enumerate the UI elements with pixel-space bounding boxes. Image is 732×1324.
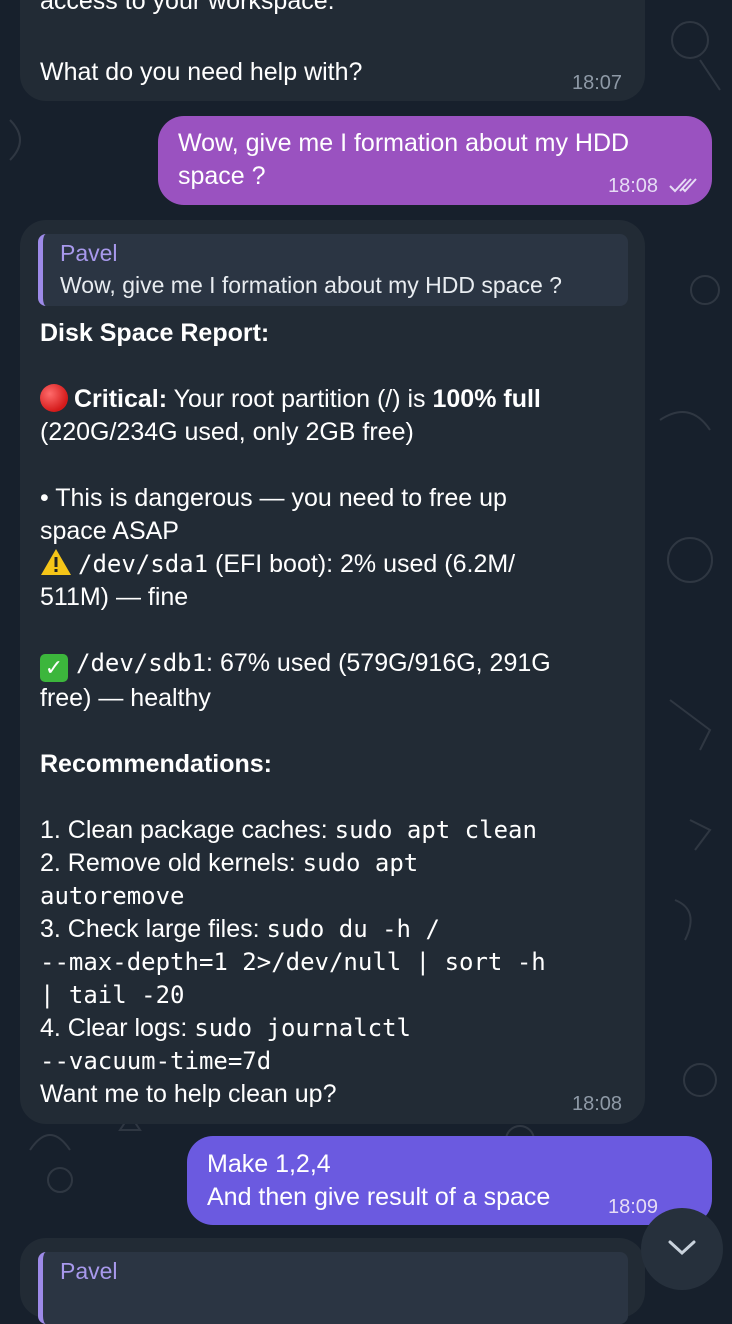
message-line-1: Make 1,2,4 (207, 1150, 331, 1178)
code-sdb1: /dev/sdb1 (76, 649, 207, 677)
message-text: What do you need help with? (40, 58, 363, 86)
message-time: 18:08 (572, 1093, 623, 1115)
code-r3b[interactable]: --max-depth=1 2>/dev/null | sort -h (40, 948, 546, 976)
critical-detail: (220G/234G used, only 2GB free) (40, 418, 414, 446)
code-r4b[interactable]: --vacuum-time=7d (40, 1047, 271, 1075)
sdb1-text: : 67% used (579G/916G, 291G (206, 649, 551, 677)
reply-quote[interactable]: Pavel Wow, give me I formation about my … (38, 234, 628, 306)
red-circle-icon (40, 384, 68, 412)
message-line-2: And then give result of a space (207, 1183, 551, 1211)
recommendation-1: 1. Clean package caches: (40, 816, 335, 844)
reply-sender-name: Pavel (60, 240, 118, 266)
critical-label: Critical: (74, 385, 168, 413)
reply-text: Wow, give me I formation about my HDD sp… (60, 272, 562, 298)
recommendation-4: 4. Clear logs: (40, 1014, 195, 1042)
chevron-down-icon (668, 1240, 696, 1256)
closing-text: Want me to help clean up? (40, 1080, 337, 1108)
code-r3c[interactable]: | tail -20 (40, 981, 185, 1009)
sdb1-detail: free) — healthy (40, 684, 211, 712)
message-time: 18:08 (608, 175, 659, 197)
scroll-down-button[interactable] (641, 1208, 723, 1290)
bullet-text: • This is dangerous — you need to free u… (40, 484, 507, 545)
code-r1[interactable]: sudo apt clean (335, 816, 537, 844)
code-r2a[interactable]: sudo apt (303, 849, 419, 877)
reply-sender-name: Pavel (60, 1258, 118, 1284)
recommendation-3: 3. Check large files: (40, 915, 267, 943)
double-check-icon (668, 176, 700, 199)
code-r2b[interactable]: autoremove (40, 882, 185, 910)
code-sda1: /dev/sda1 (78, 550, 209, 578)
outgoing-message-2[interactable]: Wow, give me I formation about my HDD sp… (158, 116, 712, 205)
code-r4a[interactable]: sudo journalctl (194, 1014, 411, 1042)
message-time: 18:09 (608, 1196, 659, 1218)
incoming-message-3[interactable]: Pavel Wow, give me I formation about my … (20, 220, 645, 1124)
message-partial-text: access to your workspace. (40, 0, 335, 15)
recommendation-2: 2. Remove old kernels: (40, 849, 303, 877)
incoming-message-1[interactable]: access to your workspace. What do you ne… (20, 0, 645, 101)
report-heading: Disk Space Report: (40, 319, 270, 347)
recommendations-heading: Recommendations: (40, 750, 272, 778)
message-time: 18:07 (572, 72, 623, 94)
message-text: Wow, give me I formation about my HDD sp… (178, 129, 630, 190)
check-mark-icon: ✓ (40, 654, 68, 682)
reply-quote[interactable]: Pavel (38, 1252, 628, 1324)
sda1-detail: 511M) — fine (40, 583, 189, 611)
critical-text: Your root partition (/) is (167, 385, 433, 413)
critical-value: 100% full (432, 385, 541, 413)
message-body: Disk Space Report: Critical: Your root p… (40, 317, 635, 1111)
incoming-message-5[interactable]: Pavel (20, 1238, 645, 1324)
outgoing-message-4[interactable]: Make 1,2,4 And then give result of a spa… (187, 1136, 712, 1225)
sda1-text: (EFI boot): 2% used (6.2M/ (208, 550, 516, 578)
code-r3a[interactable]: sudo du -h / (267, 915, 440, 943)
warning-icon (41, 549, 71, 575)
